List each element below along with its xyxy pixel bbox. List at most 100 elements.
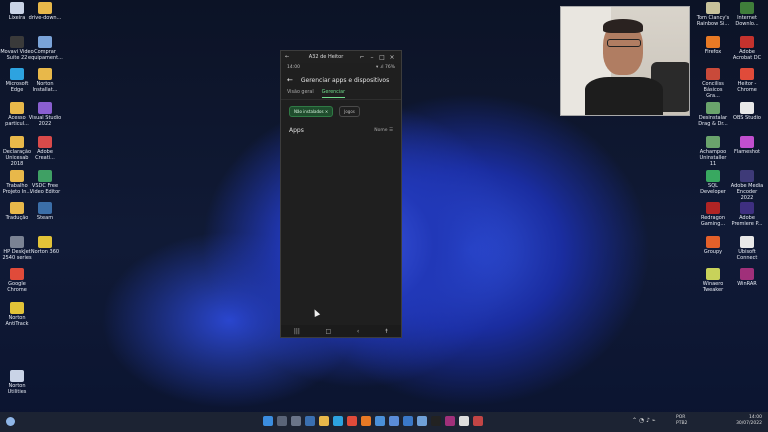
chrome-icon bbox=[740, 68, 754, 80]
desktop-shortcut[interactable]: Adobe Acrobat DC bbox=[730, 36, 764, 61]
visual-studio-icon bbox=[38, 102, 52, 114]
desktop-shortcut-label: Norton Utilities bbox=[7, 383, 27, 395]
desktop-shortcut[interactable]: Adobe Creati... bbox=[28, 136, 62, 161]
terminal-icon[interactable] bbox=[431, 416, 441, 426]
tab-overview[interactable]: Visão geral bbox=[287, 90, 314, 97]
accessibility-icon[interactable]: ☨ bbox=[385, 328, 388, 335]
desktop-shortcut-label: Flameshot bbox=[733, 149, 761, 155]
desktop-shortcut-label: Adobe Premiere P... bbox=[731, 215, 763, 227]
desktop-shortcut[interactable]: Tom Clancy's Rainbow Si... bbox=[696, 2, 730, 27]
home-icon[interactable]: □ bbox=[326, 328, 332, 335]
desktop-shortcut[interactable]: Ubisoft Connect bbox=[730, 236, 764, 261]
desktop-shortcut[interactable]: Groupy bbox=[696, 236, 730, 255]
desktop-shortcut[interactable]: Redragon Gaming... bbox=[696, 202, 730, 227]
desktop-shortcut-label: drive-down... bbox=[28, 15, 62, 21]
desktop-shortcut[interactable]: Winaero Tweaker bbox=[696, 268, 730, 293]
back-arrow-icon[interactable]: ← bbox=[285, 54, 295, 60]
clock[interactable]: 14:00 30/07/2022 bbox=[736, 415, 762, 427]
back-icon[interactable]: ← bbox=[287, 76, 293, 84]
android-nav-bar: ||| □ ‹ ☨ bbox=[281, 325, 401, 337]
desktop-shortcut[interactable]: Adobe Premiere P... bbox=[730, 202, 764, 227]
desktop-shortcut[interactable]: Heitor - Chrome bbox=[730, 68, 764, 93]
chip-games[interactable]: Jogos bbox=[339, 106, 360, 117]
taskbar: ⌃ ◔ ♪ ⌁ POR PTB2 14:00 30/07/2022 bbox=[0, 412, 768, 432]
task-view-icon[interactable] bbox=[291, 416, 301, 426]
desktop-shortcut-label: Declaração Unicesab 2018 bbox=[2, 149, 32, 167]
desktop-shortcut[interactable]: Norton Utilities bbox=[0, 370, 34, 395]
desktop-shortcut-label: Microsoft Edge bbox=[5, 81, 29, 93]
shop-icon bbox=[38, 36, 52, 48]
desktop-shortcut[interactable]: Flameshot bbox=[730, 136, 764, 155]
desktop-shortcut[interactable]: Visual Studio 2022 bbox=[28, 102, 62, 127]
desktop-shortcut[interactable]: Adobe Media Encoder 2022 bbox=[730, 170, 764, 201]
widgets-icon[interactable] bbox=[305, 416, 315, 426]
desktop-shortcut-label: VSDC Free Video Editor bbox=[29, 183, 61, 195]
desktop-shortcut[interactable]: VSDC Free Video Editor bbox=[28, 170, 62, 195]
tab-manage[interactable]: Gerenciar bbox=[321, 90, 346, 98]
obs-icon[interactable] bbox=[459, 416, 469, 426]
idm-icon bbox=[740, 2, 754, 14]
desktop-shortcut[interactable]: WinRAR bbox=[730, 268, 764, 287]
acrobat-icon bbox=[740, 36, 754, 48]
chrome-icon[interactable] bbox=[347, 416, 357, 426]
media-encoder-icon bbox=[740, 170, 754, 182]
desktop-shortcut[interactable]: OBS Studio bbox=[730, 102, 764, 121]
search-icon[interactable] bbox=[277, 416, 287, 426]
desktop-shortcut[interactable]: Google Chrome bbox=[0, 268, 34, 293]
pin-icon[interactable]: ⌐ bbox=[357, 54, 367, 61]
desktop-shortcut[interactable]: Achampoo Uninstaller 11 bbox=[696, 136, 730, 167]
app-icon[interactable] bbox=[473, 416, 483, 426]
desktop-shortcut-label: Ubisoft Connect bbox=[736, 249, 758, 261]
desktop-shortcut[interactable]: Steam bbox=[28, 202, 62, 221]
desktop-shortcut[interactable]: Comprar equipament... bbox=[28, 36, 63, 61]
desktop-shortcut-label: SQL Developer bbox=[700, 183, 726, 195]
recycle-bin-icon bbox=[10, 2, 24, 14]
back-nav-icon[interactable]: ‹ bbox=[357, 328, 359, 335]
file-explorer-icon[interactable] bbox=[319, 416, 329, 426]
window-title: A32 de Heitor bbox=[308, 54, 344, 60]
desktop-shortcut[interactable]: Norton 360 bbox=[28, 236, 62, 255]
close-icon[interactable]: × bbox=[387, 54, 397, 61]
maximize-icon[interactable]: □ bbox=[377, 54, 387, 61]
start-button-icon[interactable] bbox=[263, 416, 273, 426]
store-icon[interactable] bbox=[389, 416, 399, 426]
weather-widget-icon[interactable] bbox=[6, 417, 15, 426]
desktop-shortcut-label: Steam bbox=[36, 215, 54, 221]
phone-mirror-window[interactable]: ← A32 de Heitor ⌐ – □ × 14:00 ▾ .ıl 76% … bbox=[280, 50, 402, 338]
edge-icon[interactable] bbox=[333, 416, 343, 426]
firefox-icon[interactable] bbox=[361, 416, 371, 426]
desktop-shortcut-label: Tradução bbox=[5, 215, 29, 221]
sort-button[interactable]: Nome ☰ bbox=[374, 128, 393, 133]
winrar-icon[interactable] bbox=[445, 416, 455, 426]
desktop-shortcut[interactable]: Conciliss Básicos Gra... bbox=[696, 68, 730, 99]
recents-icon[interactable]: ||| bbox=[294, 328, 300, 335]
webcam-person-body bbox=[585, 77, 663, 115]
desktop-shortcut[interactable]: Desinstalar Drag & Dr... bbox=[696, 102, 730, 127]
desktop-shortcut[interactable]: Firefox bbox=[696, 36, 730, 55]
groupy-icon bbox=[706, 236, 720, 248]
desktop-shortcut[interactable]: Norton Installat... bbox=[28, 68, 62, 93]
language-indicator[interactable]: POR PTB2 bbox=[676, 415, 687, 427]
minimize-icon[interactable]: – bbox=[367, 54, 377, 61]
desktop-shortcut[interactable]: Internet Downlo... bbox=[730, 2, 764, 27]
chip-not-installed[interactable]: Não instalados × bbox=[289, 106, 334, 117]
winaero-icon bbox=[706, 268, 720, 280]
webcam-person-hair bbox=[603, 19, 643, 33]
printer-icon bbox=[10, 236, 24, 248]
desktop-shortcut-label: OBS Studio bbox=[733, 115, 761, 121]
webcam-overlay bbox=[560, 6, 690, 116]
chrome-icon bbox=[10, 268, 24, 280]
desktop-shortcut[interactable]: drive-down... bbox=[28, 2, 62, 21]
mail-icon[interactable] bbox=[403, 416, 413, 426]
desktop-shortcut-label: Conciliss Básicos Gra... bbox=[702, 81, 724, 99]
desktop-shortcut[interactable]: SQL Developer bbox=[696, 170, 730, 195]
desktop-shortcut[interactable]: Norton AntiTrack bbox=[0, 302, 34, 327]
photos-icon[interactable] bbox=[417, 416, 427, 426]
phone-link-icon[interactable] bbox=[375, 416, 385, 426]
window-titlebar[interactable]: ← A32 de Heitor ⌐ – □ × bbox=[281, 51, 401, 63]
desktop-shortcut-label: Tom Clancy's Rainbow Si... bbox=[696, 15, 730, 27]
desktop-shortcut-label: Groupy bbox=[703, 249, 723, 255]
app-header: ← Gerenciar apps e dispositivos bbox=[281, 72, 401, 88]
tray-icons[interactable]: ⌃ ◔ ♪ ⌁ bbox=[632, 417, 672, 426]
filter-chips: Não instalados × Jogos bbox=[281, 100, 401, 123]
